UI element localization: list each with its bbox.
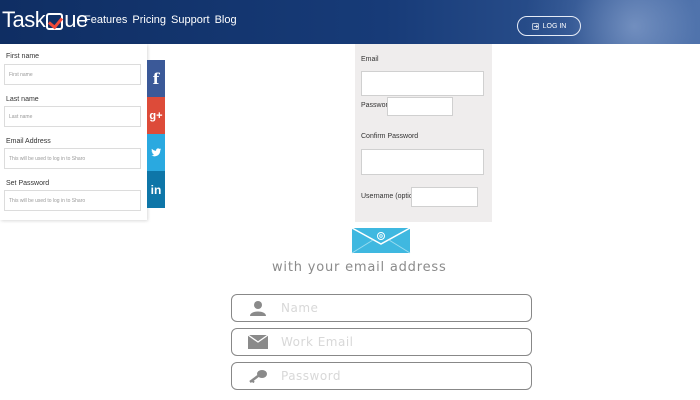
set-password-label: Set Password xyxy=(6,180,50,187)
social-share-bar: f g+ in xyxy=(147,60,165,208)
key-icon xyxy=(248,366,268,386)
username-input[interactable] xyxy=(411,187,478,207)
logo[interactable]: Task ue xyxy=(2,7,88,33)
email-input[interactable] xyxy=(361,71,484,96)
login-label: LOG IN xyxy=(542,22,567,30)
logo-text-left: Task xyxy=(2,7,46,32)
nav-support[interactable]: Support xyxy=(171,14,210,26)
password-input[interactable] xyxy=(387,97,453,116)
email-label: Email xyxy=(361,56,379,63)
confirm-password-label: Confirm Password xyxy=(361,133,419,140)
nav-pricing[interactable]: Pricing xyxy=(132,14,166,26)
header-background-art xyxy=(480,0,700,44)
linkedin-icon[interactable]: in xyxy=(147,171,165,208)
left-signup-form: First name First name Last name Last nam… xyxy=(0,44,147,220)
user-icon xyxy=(248,298,268,318)
facebook-icon[interactable]: f xyxy=(147,60,165,97)
password-field[interactable] xyxy=(231,362,532,390)
login-button[interactable]: LOG IN xyxy=(517,16,581,36)
first-name-input[interactable]: First name xyxy=(4,64,141,85)
set-password-input[interactable]: This will be used to log in to Sharo xyxy=(4,190,141,211)
password-input-signup[interactable] xyxy=(281,369,501,383)
twitter-bird-glyph xyxy=(150,148,161,157)
mail-icon xyxy=(248,332,268,352)
first-name-label: First name xyxy=(6,53,40,60)
envelope-icon xyxy=(351,227,411,254)
work-email-field[interactable] xyxy=(231,328,532,356)
email-address-label: Email Address xyxy=(6,138,51,145)
login-icon xyxy=(531,22,539,30)
nav-features[interactable]: Features xyxy=(84,14,127,26)
email-signup-heading: with your email address xyxy=(272,260,447,275)
email-address-input[interactable]: This will be used to log in to Sharo xyxy=(4,148,141,169)
confirm-password-input[interactable] xyxy=(361,149,484,175)
work-email-input[interactable] xyxy=(281,335,501,349)
google-plus-icon[interactable]: g+ xyxy=(147,97,165,134)
name-field[interactable] xyxy=(231,294,532,322)
top-nav-bar: Task ue Features Pricing Support Blog LO… xyxy=(0,0,700,44)
last-name-label: Last name xyxy=(6,96,39,103)
nav-blog[interactable]: Blog xyxy=(215,14,237,26)
logo-check-icon xyxy=(46,12,64,30)
twitter-icon[interactable] xyxy=(147,134,165,171)
main-nav: Features Pricing Support Blog xyxy=(84,14,237,26)
account-credentials-form: Email Password Confirm Password Username… xyxy=(355,44,492,222)
last-name-input[interactable]: Last name xyxy=(4,106,141,127)
name-input[interactable] xyxy=(281,301,501,315)
